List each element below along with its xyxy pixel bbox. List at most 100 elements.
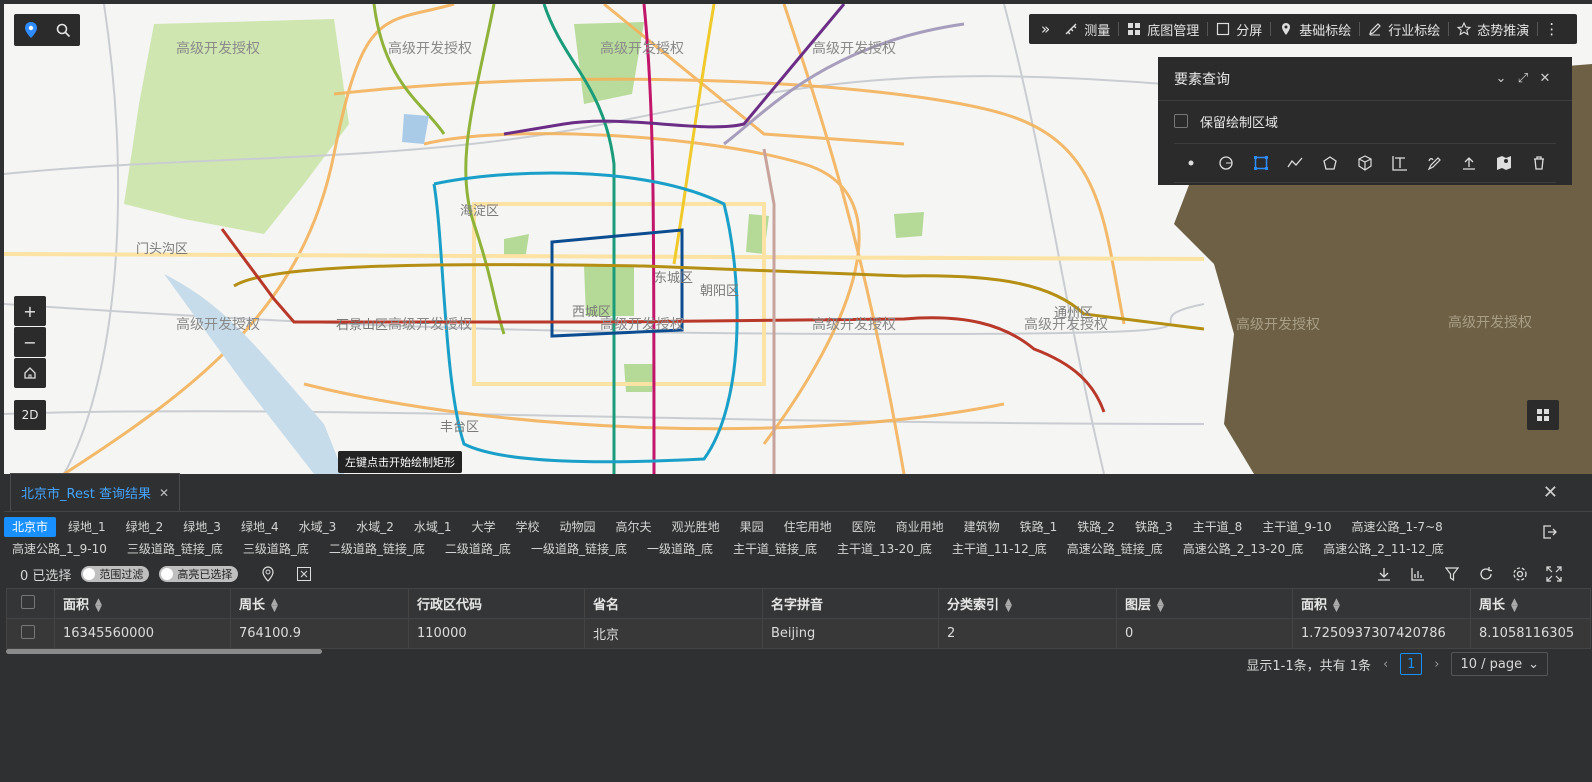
basic-mark-button[interactable]: 基础标绘 bbox=[1271, 14, 1359, 44]
zoom-out-button[interactable]: − bbox=[14, 327, 46, 357]
highlight-selected-switch[interactable]: 高亮已选择 bbox=[159, 566, 239, 582]
layer-tab[interactable]: 大学 bbox=[464, 517, 504, 537]
page-size-select[interactable]: 10 / page ⌄ bbox=[1451, 652, 1548, 676]
fullscreen-icon[interactable]: ⤢ bbox=[1512, 71, 1534, 86]
circle-icon[interactable] bbox=[1215, 152, 1237, 174]
split-screen-button[interactable]: 分屏 bbox=[1208, 14, 1270, 44]
layer-tab[interactable]: 二级道路_底 bbox=[437, 539, 519, 559]
filter-icon[interactable] bbox=[1444, 566, 1460, 582]
fullscreen-icon[interactable] bbox=[1546, 566, 1562, 582]
sort-icon[interactable]: ▲ ▼ bbox=[271, 597, 278, 613]
column-header[interactable]: 面积 ▲ ▼ bbox=[54, 588, 231, 619]
close-icon[interactable]: ✕ bbox=[1534, 71, 1556, 86]
select-all-checkbox[interactable] bbox=[21, 594, 35, 609]
keep-area-checkbox[interactable] bbox=[1174, 114, 1188, 128]
layer-tab[interactable]: 一级道路_链接_底 bbox=[523, 539, 635, 559]
layer-tab[interactable]: 北京市 bbox=[4, 517, 57, 537]
layer-tab[interactable]: 高速公路_2_13-20_底 bbox=[1175, 539, 1312, 559]
2d-mode-button[interactable]: 2D bbox=[14, 400, 46, 430]
result-tab[interactable]: 北京市_Rest 查询结果 ✕ bbox=[10, 473, 181, 511]
sort-icon[interactable]: ▲ ▼ bbox=[1157, 597, 1164, 613]
map-pin-icon[interactable] bbox=[1493, 152, 1515, 174]
freehand-icon[interactable] bbox=[1424, 152, 1446, 174]
text-icon[interactable] bbox=[1389, 152, 1411, 174]
toolbar-expand-button[interactable]: » bbox=[1035, 14, 1056, 44]
column-header[interactable]: 面积 ▲ ▼ bbox=[1292, 588, 1471, 619]
chart-icon[interactable] bbox=[1410, 566, 1426, 582]
point-icon[interactable] bbox=[1180, 152, 1202, 174]
layer-tab[interactable]: 一级道路_底 bbox=[639, 539, 721, 559]
polyline-icon[interactable] bbox=[1284, 152, 1306, 174]
layer-tab[interactable]: 高速公路_1-7~8 bbox=[1343, 517, 1450, 537]
trash-icon[interactable] bbox=[1528, 152, 1550, 174]
panel-close-icon[interactable]: ✕ bbox=[1543, 482, 1558, 503]
layer-tab[interactable]: 住宅用地 bbox=[776, 517, 840, 537]
upload-icon[interactable] bbox=[1458, 152, 1480, 174]
layer-tab[interactable]: 三级道路_底 bbox=[235, 539, 317, 559]
layer-tab[interactable]: 绿地_2 bbox=[118, 517, 172, 537]
layer-tab[interactable]: 铁路_3 bbox=[1127, 517, 1181, 537]
layer-tab[interactable]: 观光胜地 bbox=[664, 517, 728, 537]
prev-page-icon[interactable]: ‹ bbox=[1383, 657, 1388, 672]
sort-icon[interactable]: ▲ ▼ bbox=[95, 597, 102, 613]
cube-icon[interactable] bbox=[1354, 152, 1376, 174]
layer-tab[interactable]: 学校 bbox=[508, 517, 548, 537]
layer-tab[interactable]: 主干道_9-10 bbox=[1254, 517, 1339, 537]
polygon-icon[interactable] bbox=[1319, 152, 1341, 174]
layer-tab[interactable]: 主干道_13-20_底 bbox=[829, 539, 940, 559]
layer-tab[interactable]: 二级道路_链接_底 bbox=[321, 539, 433, 559]
home-button[interactable] bbox=[14, 358, 46, 388]
column-header[interactable]: 名字拼音 bbox=[762, 588, 939, 619]
layers-toggle-button[interactable] bbox=[1527, 400, 1559, 430]
scrollbar-thumb[interactable] bbox=[6, 649, 322, 654]
collapse-icon[interactable]: ⌄ bbox=[1490, 71, 1512, 86]
layer-tab[interactable]: 高速公路_链接_底 bbox=[1059, 539, 1171, 559]
layer-tab[interactable]: 主干道_11-12_底 bbox=[944, 539, 1055, 559]
tab-close-icon[interactable]: ✕ bbox=[159, 486, 169, 500]
measure-button[interactable]: 测量 bbox=[1056, 14, 1118, 44]
download-icon[interactable] bbox=[1376, 566, 1392, 582]
layer-tab[interactable]: 绿地_1 bbox=[60, 517, 114, 537]
layer-tab[interactable]: 主干道_链接_底 bbox=[725, 539, 825, 559]
layer-tab[interactable]: 医院 bbox=[844, 517, 884, 537]
map-search-button[interactable] bbox=[47, 14, 80, 46]
rectangle-icon[interactable] bbox=[1250, 152, 1272, 174]
layer-tab[interactable]: 动物园 bbox=[552, 517, 604, 537]
sort-icon[interactable]: ▲ ▼ bbox=[1005, 597, 1012, 613]
layer-tab[interactable]: 绿地_4 bbox=[233, 517, 287, 537]
table-row[interactable]: 16345560000 764100.9 110000 北京 Beijing 2 0 1.72… bbox=[6, 618, 1591, 649]
settings-icon[interactable] bbox=[1512, 566, 1528, 582]
layer-tab[interactable]: 高尔夫 bbox=[608, 517, 660, 537]
range-filter-switch[interactable]: 范围过滤 bbox=[81, 566, 150, 582]
layer-tab[interactable]: 果园 bbox=[732, 517, 772, 537]
column-header[interactable]: 分类索引 ▲ ▼ bbox=[938, 588, 1117, 619]
layer-tab[interactable]: 水域_2 bbox=[348, 517, 402, 537]
industry-mark-button[interactable]: 行业标绘 bbox=[1360, 14, 1448, 44]
layer-tab[interactable]: 铁路_2 bbox=[1069, 517, 1123, 537]
locate-button[interactable] bbox=[14, 14, 47, 46]
layer-tab[interactable]: 三级道路_链接_底 bbox=[119, 539, 231, 559]
layer-tab[interactable]: 铁路_1 bbox=[1012, 517, 1066, 537]
column-header[interactable]: 省名 bbox=[584, 588, 763, 619]
column-header[interactable]: 周长 ▲ ▼ bbox=[1470, 588, 1591, 619]
column-header[interactable]: 行政区代码 bbox=[408, 588, 585, 619]
zoom-in-button[interactable]: + bbox=[14, 296, 46, 326]
layer-tab[interactable]: 主干道_8 bbox=[1185, 517, 1251, 537]
layer-tab[interactable]: 高速公路_2_11-12_底 bbox=[1315, 539, 1452, 559]
basemap-button[interactable]: 底图管理 bbox=[1119, 14, 1207, 44]
sort-icon[interactable]: ▲ ▼ bbox=[1333, 597, 1340, 613]
export-icon[interactable] bbox=[1542, 524, 1558, 540]
layer-tab[interactable]: 高速公路_1_9-10 bbox=[4, 539, 115, 559]
layer-tab[interactable]: 建筑物 bbox=[956, 517, 1008, 537]
column-header[interactable]: 周长 ▲ ▼ bbox=[230, 588, 409, 619]
layer-tab[interactable]: 水域_3 bbox=[291, 517, 345, 537]
next-page-icon[interactable]: › bbox=[1434, 657, 1439, 672]
sort-icon[interactable]: ▲ ▼ bbox=[1511, 597, 1518, 613]
locate-pin-icon[interactable] bbox=[260, 566, 276, 582]
layer-tab[interactable]: 水域_1 bbox=[406, 517, 460, 537]
situation-button[interactable]: 态势推演 bbox=[1449, 14, 1537, 44]
clear-selection-icon[interactable] bbox=[296, 566, 312, 582]
row-checkbox[interactable] bbox=[21, 624, 35, 639]
page-number[interactable]: 1 bbox=[1400, 653, 1423, 675]
column-header[interactable]: 图层 ▲ ▼ bbox=[1116, 588, 1293, 619]
